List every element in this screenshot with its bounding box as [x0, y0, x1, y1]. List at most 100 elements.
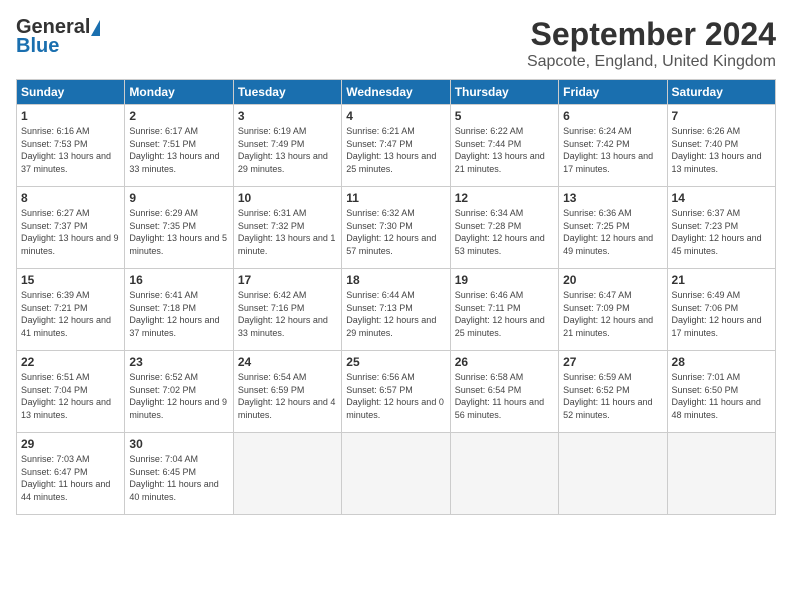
- header-wednesday: Wednesday: [342, 80, 450, 105]
- day-number: 15: [21, 273, 120, 287]
- calendar-cell: 11 Sunrise: 6:32 AMSunset: 7:30 PMDaylig…: [342, 187, 450, 269]
- calendar-cell: 1 Sunrise: 6:16 AMSunset: 7:53 PMDayligh…: [17, 105, 125, 187]
- logo-triangle-icon: [91, 20, 100, 36]
- header-monday: Monday: [125, 80, 233, 105]
- day-number: 25: [346, 355, 445, 369]
- day-info: Sunrise: 6:16 AMSunset: 7:53 PMDaylight:…: [21, 125, 120, 175]
- header-friday: Friday: [559, 80, 667, 105]
- week-row-5: 29 Sunrise: 7:03 AMSunset: 6:47 PMDaylig…: [17, 433, 776, 515]
- calendar-cell: 19 Sunrise: 6:46 AMSunset: 7:11 PMDaylig…: [450, 269, 558, 351]
- day-info: Sunrise: 6:56 AMSunset: 6:57 PMDaylight:…: [346, 371, 445, 421]
- calendar-cell: [450, 433, 558, 515]
- day-info: Sunrise: 7:01 AMSunset: 6:50 PMDaylight:…: [672, 371, 771, 421]
- day-info: Sunrise: 6:58 AMSunset: 6:54 PMDaylight:…: [455, 371, 554, 421]
- day-info: Sunrise: 6:36 AMSunset: 7:25 PMDaylight:…: [563, 207, 662, 257]
- day-info: Sunrise: 6:49 AMSunset: 7:06 PMDaylight:…: [672, 289, 771, 339]
- calendar-cell: 3 Sunrise: 6:19 AMSunset: 7:49 PMDayligh…: [233, 105, 341, 187]
- day-info: Sunrise: 6:34 AMSunset: 7:28 PMDaylight:…: [455, 207, 554, 257]
- day-number: 11: [346, 191, 445, 205]
- day-number: 10: [238, 191, 337, 205]
- calendar-cell: 17 Sunrise: 6:42 AMSunset: 7:16 PMDaylig…: [233, 269, 341, 351]
- calendar-cell: [342, 433, 450, 515]
- header: General Blue September 2024 Sapcote, Eng…: [16, 16, 776, 71]
- day-number: 2: [129, 109, 228, 123]
- day-number: 18: [346, 273, 445, 287]
- day-info: Sunrise: 6:21 AMSunset: 7:47 PMDaylight:…: [346, 125, 445, 175]
- calendar-cell: 12 Sunrise: 6:34 AMSunset: 7:28 PMDaylig…: [450, 187, 558, 269]
- day-number: 6: [563, 109, 662, 123]
- day-number: 22: [21, 355, 120, 369]
- day-info: Sunrise: 7:03 AMSunset: 6:47 PMDaylight:…: [21, 453, 120, 503]
- day-info: Sunrise: 6:29 AMSunset: 7:35 PMDaylight:…: [129, 207, 228, 257]
- day-info: Sunrise: 6:47 AMSunset: 7:09 PMDaylight:…: [563, 289, 662, 339]
- day-number: 5: [455, 109, 554, 123]
- day-number: 17: [238, 273, 337, 287]
- calendar-cell: 8 Sunrise: 6:27 AMSunset: 7:37 PMDayligh…: [17, 187, 125, 269]
- day-info: Sunrise: 6:37 AMSunset: 7:23 PMDaylight:…: [672, 207, 771, 257]
- day-info: Sunrise: 6:51 AMSunset: 7:04 PMDaylight:…: [21, 371, 120, 421]
- calendar-cell: 14 Sunrise: 6:37 AMSunset: 7:23 PMDaylig…: [667, 187, 775, 269]
- day-number: 26: [455, 355, 554, 369]
- day-number: 23: [129, 355, 228, 369]
- day-info: Sunrise: 6:46 AMSunset: 7:11 PMDaylight:…: [455, 289, 554, 339]
- calendar-cell: 2 Sunrise: 6:17 AMSunset: 7:51 PMDayligh…: [125, 105, 233, 187]
- logo-blue: Blue: [16, 35, 59, 58]
- day-number: 20: [563, 273, 662, 287]
- day-number: 12: [455, 191, 554, 205]
- calendar-cell: 10 Sunrise: 6:31 AMSunset: 7:32 PMDaylig…: [233, 187, 341, 269]
- calendar-cell: 30 Sunrise: 7:04 AMSunset: 6:45 PMDaylig…: [125, 433, 233, 515]
- calendar-cell: 25 Sunrise: 6:56 AMSunset: 6:57 PMDaylig…: [342, 351, 450, 433]
- day-info: Sunrise: 6:41 AMSunset: 7:18 PMDaylight:…: [129, 289, 228, 339]
- calendar-cell: 28 Sunrise: 7:01 AMSunset: 6:50 PMDaylig…: [667, 351, 775, 433]
- day-number: 29: [21, 437, 120, 451]
- calendar-cell: 4 Sunrise: 6:21 AMSunset: 7:47 PMDayligh…: [342, 105, 450, 187]
- day-info: Sunrise: 6:54 AMSunset: 6:59 PMDaylight:…: [238, 371, 337, 421]
- week-row-4: 22 Sunrise: 6:51 AMSunset: 7:04 PMDaylig…: [17, 351, 776, 433]
- day-info: Sunrise: 6:42 AMSunset: 7:16 PMDaylight:…: [238, 289, 337, 339]
- week-row-1: 1 Sunrise: 6:16 AMSunset: 7:53 PMDayligh…: [17, 105, 776, 187]
- calendar-cell: 6 Sunrise: 6:24 AMSunset: 7:42 PMDayligh…: [559, 105, 667, 187]
- day-info: Sunrise: 7:04 AMSunset: 6:45 PMDaylight:…: [129, 453, 228, 503]
- day-info: Sunrise: 6:19 AMSunset: 7:49 PMDaylight:…: [238, 125, 337, 175]
- calendar-cell: 27 Sunrise: 6:59 AMSunset: 6:52 PMDaylig…: [559, 351, 667, 433]
- calendar-cell: 23 Sunrise: 6:52 AMSunset: 7:02 PMDaylig…: [125, 351, 233, 433]
- day-info: Sunrise: 6:59 AMSunset: 6:52 PMDaylight:…: [563, 371, 662, 421]
- header-sunday: Sunday: [17, 80, 125, 105]
- day-number: 8: [21, 191, 120, 205]
- calendar-cell: 21 Sunrise: 6:49 AMSunset: 7:06 PMDaylig…: [667, 269, 775, 351]
- calendar-cell: 20 Sunrise: 6:47 AMSunset: 7:09 PMDaylig…: [559, 269, 667, 351]
- title-section: September 2024 Sapcote, England, United …: [527, 16, 776, 71]
- day-info: Sunrise: 6:32 AMSunset: 7:30 PMDaylight:…: [346, 207, 445, 257]
- header-thursday: Thursday: [450, 80, 558, 105]
- day-number: 1: [21, 109, 120, 123]
- calendar-cell: 15 Sunrise: 6:39 AMSunset: 7:21 PMDaylig…: [17, 269, 125, 351]
- calendar-cell: 5 Sunrise: 6:22 AMSunset: 7:44 PMDayligh…: [450, 105, 558, 187]
- calendar-cell: 16 Sunrise: 6:41 AMSunset: 7:18 PMDaylig…: [125, 269, 233, 351]
- day-info: Sunrise: 6:52 AMSunset: 7:02 PMDaylight:…: [129, 371, 228, 421]
- calendar-cell: [233, 433, 341, 515]
- calendar-table: Sunday Monday Tuesday Wednesday Thursday…: [16, 79, 776, 515]
- header-tuesday: Tuesday: [233, 80, 341, 105]
- day-number: 14: [672, 191, 771, 205]
- page: General Blue September 2024 Sapcote, Eng…: [0, 0, 792, 612]
- day-number: 7: [672, 109, 771, 123]
- logo: General Blue: [16, 16, 100, 58]
- day-info: Sunrise: 6:31 AMSunset: 7:32 PMDaylight:…: [238, 207, 337, 257]
- calendar-cell: [559, 433, 667, 515]
- day-number: 21: [672, 273, 771, 287]
- day-number: 3: [238, 109, 337, 123]
- day-info: Sunrise: 6:22 AMSunset: 7:44 PMDaylight:…: [455, 125, 554, 175]
- day-info: Sunrise: 6:44 AMSunset: 7:13 PMDaylight:…: [346, 289, 445, 339]
- calendar-cell: 24 Sunrise: 6:54 AMSunset: 6:59 PMDaylig…: [233, 351, 341, 433]
- calendar-cell: 7 Sunrise: 6:26 AMSunset: 7:40 PMDayligh…: [667, 105, 775, 187]
- day-info: Sunrise: 6:27 AMSunset: 7:37 PMDaylight:…: [21, 207, 120, 257]
- calendar-cell: 18 Sunrise: 6:44 AMSunset: 7:13 PMDaylig…: [342, 269, 450, 351]
- calendar-cell: 9 Sunrise: 6:29 AMSunset: 7:35 PMDayligh…: [125, 187, 233, 269]
- header-saturday: Saturday: [667, 80, 775, 105]
- day-info: Sunrise: 6:24 AMSunset: 7:42 PMDaylight:…: [563, 125, 662, 175]
- calendar-cell: 26 Sunrise: 6:58 AMSunset: 6:54 PMDaylig…: [450, 351, 558, 433]
- day-info: Sunrise: 6:17 AMSunset: 7:51 PMDaylight:…: [129, 125, 228, 175]
- day-number: 30: [129, 437, 228, 451]
- week-row-2: 8 Sunrise: 6:27 AMSunset: 7:37 PMDayligh…: [17, 187, 776, 269]
- day-info: Sunrise: 6:39 AMSunset: 7:21 PMDaylight:…: [21, 289, 120, 339]
